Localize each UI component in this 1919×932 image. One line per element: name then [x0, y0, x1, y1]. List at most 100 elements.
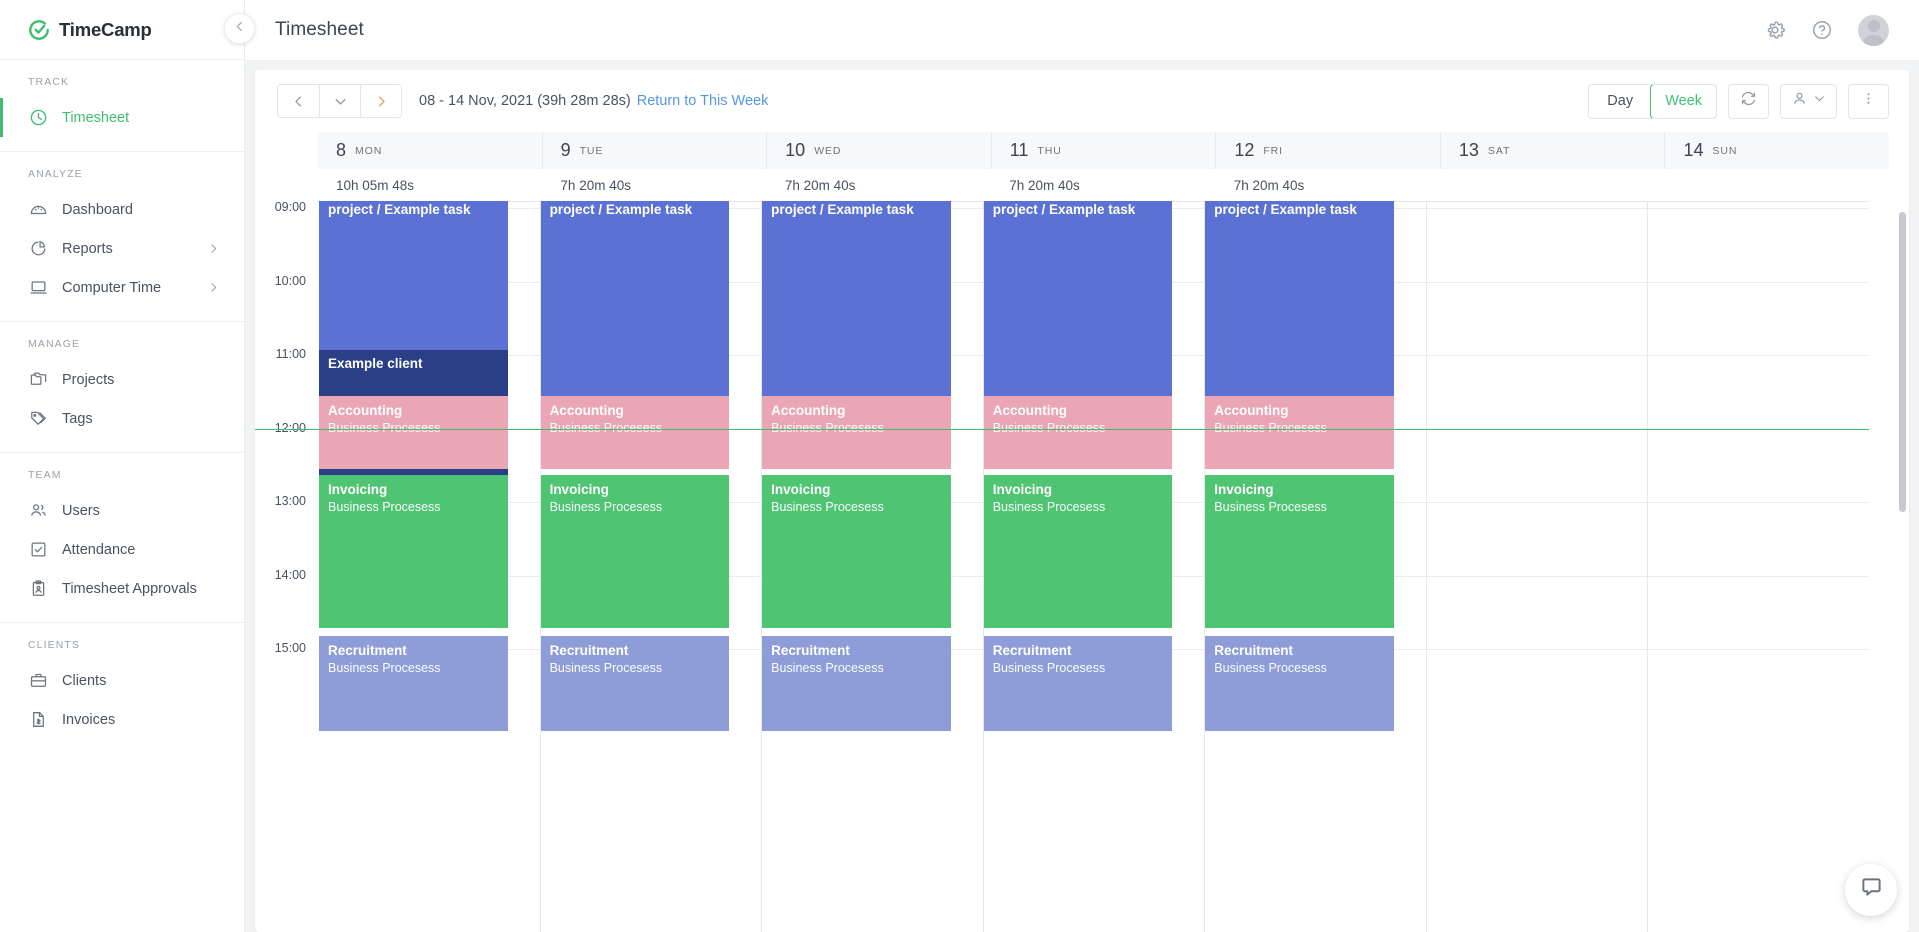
calendar-event[interactable]: project / Example task [319, 201, 508, 350]
view-day-button[interactable]: Day [1589, 85, 1651, 118]
day-total-thu: 7h 20m 40s [991, 169, 1215, 201]
calendar-event[interactable]: RecruitmentBusiness Procesess [1205, 636, 1394, 731]
calendar-event[interactable]: AccountingBusiness Procesess [541, 396, 730, 469]
next-week-button[interactable] [360, 85, 401, 117]
day-name: SAT [1488, 145, 1510, 157]
refresh-icon [1740, 90, 1757, 112]
view-mode-switch: Day Week [1588, 84, 1717, 119]
event-subtitle: Business Procesess [550, 498, 721, 516]
day-total-sun [1665, 169, 1889, 201]
view-week-button[interactable]: Week [1650, 84, 1717, 119]
day-header-sun[interactable]: 14SUN [1664, 132, 1889, 169]
event-title: Invoicing [550, 481, 721, 498]
gear-icon[interactable] [1764, 19, 1786, 41]
calendar-event[interactable]: InvoicingBusiness Procesess [319, 475, 508, 628]
calendar-event[interactable]: RecruitmentBusiness Procesess [984, 636, 1173, 731]
folder-icon [28, 369, 49, 390]
sidebar-collapse-button[interactable] [224, 13, 255, 44]
sidebar-item-projects[interactable]: Projects [0, 360, 244, 399]
sidebar-item-tags[interactable]: Tags [0, 399, 244, 438]
sidebar-item-label: Clients [62, 673, 106, 689]
sidebar-item-label: Reports [62, 241, 113, 257]
calendar-event[interactable]: RecruitmentBusiness Procesess [319, 636, 508, 731]
sidebar-item-dashboard[interactable]: Dashboard [0, 190, 244, 229]
day-total-wed: 7h 20m 40s [767, 169, 991, 201]
calendar-event[interactable]: AccountingBusiness Procesess [1205, 396, 1394, 469]
event-title: Recruitment [328, 642, 499, 659]
day-number: 10 [785, 140, 805, 161]
sidebar-item-attendance[interactable]: Attendance [0, 530, 244, 569]
user-filter-button[interactable] [1780, 84, 1837, 119]
calendar-event[interactable]: Example client [319, 350, 508, 396]
sidebar-item-timesheet-approvals[interactable]: Timesheet Approvals [0, 569, 244, 608]
day-total-tue: 7h 20m 40s [542, 169, 766, 201]
event-subtitle: Business Procesess [328, 498, 499, 516]
calendar-event[interactable]: InvoicingBusiness Procesess [984, 475, 1173, 628]
event-title: project / Example task [771, 201, 942, 218]
calendar-event[interactable]: project / Example task [984, 201, 1173, 396]
calendar-event[interactable]: AccountingBusiness Procesess [984, 396, 1173, 469]
chat-bubble-button[interactable] [1845, 864, 1897, 916]
event-title: project / Example task [993, 201, 1164, 218]
sidebar-item-reports[interactable]: Reports [0, 229, 244, 268]
calendar-event[interactable]: RecruitmentBusiness Procesess [541, 636, 730, 731]
event-title: Invoicing [1214, 481, 1385, 498]
sidebar: TimeCamp TRACK Timesheet ANALYZE [0, 0, 245, 932]
prev-week-button[interactable] [278, 85, 319, 117]
day-number: 13 [1459, 140, 1479, 161]
sidebar-item-timesheet[interactable]: Timesheet [0, 98, 244, 137]
brand-name: TimeCamp [59, 19, 152, 41]
gauge-icon [28, 199, 49, 220]
sidebar-item-invoices[interactable]: Invoices [0, 700, 244, 739]
avatar[interactable] [1858, 15, 1889, 46]
event-title: Invoicing [771, 481, 942, 498]
time-label: 12:00 [275, 421, 306, 435]
sidebar-item-computer-time[interactable]: Computer Time [0, 268, 244, 307]
day-header-thu[interactable]: 11THU [991, 132, 1216, 169]
event-title: project / Example task [550, 201, 721, 218]
day-header-mon[interactable]: 8MON [318, 132, 542, 169]
more-options-button[interactable] [1848, 84, 1889, 119]
checkbox-icon [28, 539, 49, 560]
sidebar-caption-analyze: ANALYZE [0, 168, 244, 190]
day-header-sat[interactable]: 13 SAT [1440, 132, 1665, 169]
calendar-event[interactable]: InvoicingBusiness Procesess [1205, 475, 1394, 628]
calendar-scroll-area[interactable]: 09:0010:0011:0012:0013:0014:0015:00 proj… [255, 201, 1909, 932]
vertical-scrollbar[interactable] [1899, 212, 1906, 512]
calendar-event[interactable]: AccountingBusiness Procesess [762, 396, 951, 469]
sidebar-item-users[interactable]: Users [0, 491, 244, 530]
event-title: Accounting [328, 402, 499, 419]
page-title: Timesheet [275, 19, 364, 41]
users-icon [28, 500, 49, 521]
calendar-event[interactable]: InvoicingBusiness Procesess [762, 475, 951, 628]
calendar-event[interactable]: project / Example task [762, 201, 951, 396]
laptop-icon [28, 277, 49, 298]
day-number: 12 [1234, 140, 1254, 161]
refresh-button[interactable] [1728, 84, 1769, 119]
calendar-event[interactable]: project / Example task [1205, 201, 1394, 396]
sidebar-item-label: Timesheet Approvals [62, 581, 197, 597]
sidebar-group-team: TEAM Users Attendance [0, 453, 244, 623]
brand-logo[interactable]: TimeCamp [0, 0, 244, 60]
day-header-tue[interactable]: 9TUE [542, 132, 767, 169]
question-circle-icon[interactable] [1811, 19, 1833, 41]
event-title: Invoicing [328, 481, 499, 498]
return-to-this-week-link[interactable]: Return to This Week [637, 93, 769, 109]
calendar-event[interactable]: AccountingBusiness Procesess [319, 396, 508, 469]
event-title: Accounting [771, 402, 942, 419]
chevron-right-icon [207, 242, 220, 255]
column-divider [1647, 202, 1648, 932]
sidebar-group-clients: CLIENTS Clients Invoices [0, 623, 244, 745]
calendar-event[interactable]: RecruitmentBusiness Procesess [762, 636, 951, 731]
day-header-fri[interactable]: 12FRI [1215, 132, 1440, 169]
calendar-grid[interactable]: project / Example taskExample clientAcco… [318, 201, 1869, 932]
event-title: Accounting [993, 402, 1164, 419]
calendar-event[interactable]: InvoicingBusiness Procesess [541, 475, 730, 628]
sidebar-item-clients[interactable]: Clients [0, 661, 244, 700]
date-picker-button[interactable] [319, 85, 360, 117]
briefcase-icon [28, 670, 49, 691]
calendar-event[interactable]: project / Example task [541, 201, 730, 396]
day-header-wed[interactable]: 10WED [766, 132, 991, 169]
event-subtitle: Business Procesess [993, 659, 1164, 677]
sidebar-caption-track: TRACK [0, 76, 244, 98]
